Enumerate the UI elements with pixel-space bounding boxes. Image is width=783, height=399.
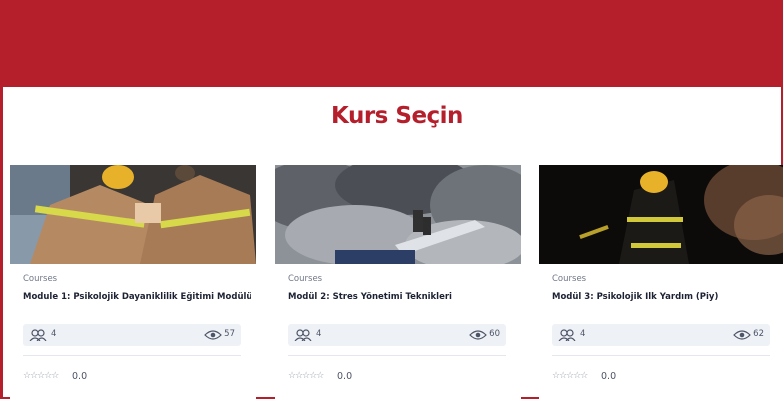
hero-banner [0,0,783,87]
rating-stars: ☆☆☆☆☆ [552,371,588,381]
students-count: 4 [580,329,586,339]
rating-stars: ☆☆☆☆☆ [23,371,59,381]
eye-icon [469,330,487,340]
course-thumbnail[interactable] [10,165,256,264]
course-thumbnail[interactable] [275,165,521,264]
rating-value: 0.0 [601,371,617,382]
frame-border-left [0,0,3,399]
views-count: 62 [753,329,764,339]
card-divider [23,355,241,356]
course-meta-bar: 4 60 [288,324,506,346]
course-card[interactable]: Courses Module 1: Psikolojik Dayaniklili… [10,165,256,399]
course-category: Courses [23,274,58,284]
course-thumbnail[interactable] [539,165,783,264]
rating-value: 0.0 [72,371,88,382]
eye-icon [733,330,751,340]
card-divider [552,355,770,356]
rating-value: 0.0 [337,371,353,382]
card-divider [288,355,506,356]
eye-icon [204,330,222,340]
page-title: Kurs Seçin [331,103,463,129]
course-category: Courses [288,274,323,284]
students-icon [558,329,576,341]
course-title[interactable]: Modül 2: Stres Yönetimi Teknikleri [288,292,516,302]
course-meta-bar: 4 57 [23,324,241,346]
rating-stars: ☆☆☆☆☆ [288,371,324,381]
students-icon [294,329,312,341]
course-title[interactable]: Module 1: Psikolojik Dayaniklilik Eğitim… [23,292,251,302]
students-count: 4 [51,329,57,339]
course-card[interactable]: Courses Modül 3: Psikolojik İlk Yardım (… [539,165,783,399]
views-count: 57 [224,329,235,339]
course-title[interactable]: Modül 3: Psikolojik İlk Yardım (Piy) [552,292,780,302]
course-card[interactable]: Courses Modül 2: Stres Yönetimi Teknikle… [275,165,521,399]
course-category: Courses [552,274,587,284]
views-count: 60 [489,329,500,339]
course-meta-bar: 4 62 [552,324,770,346]
students-icon [29,329,47,341]
students-count: 4 [316,329,322,339]
